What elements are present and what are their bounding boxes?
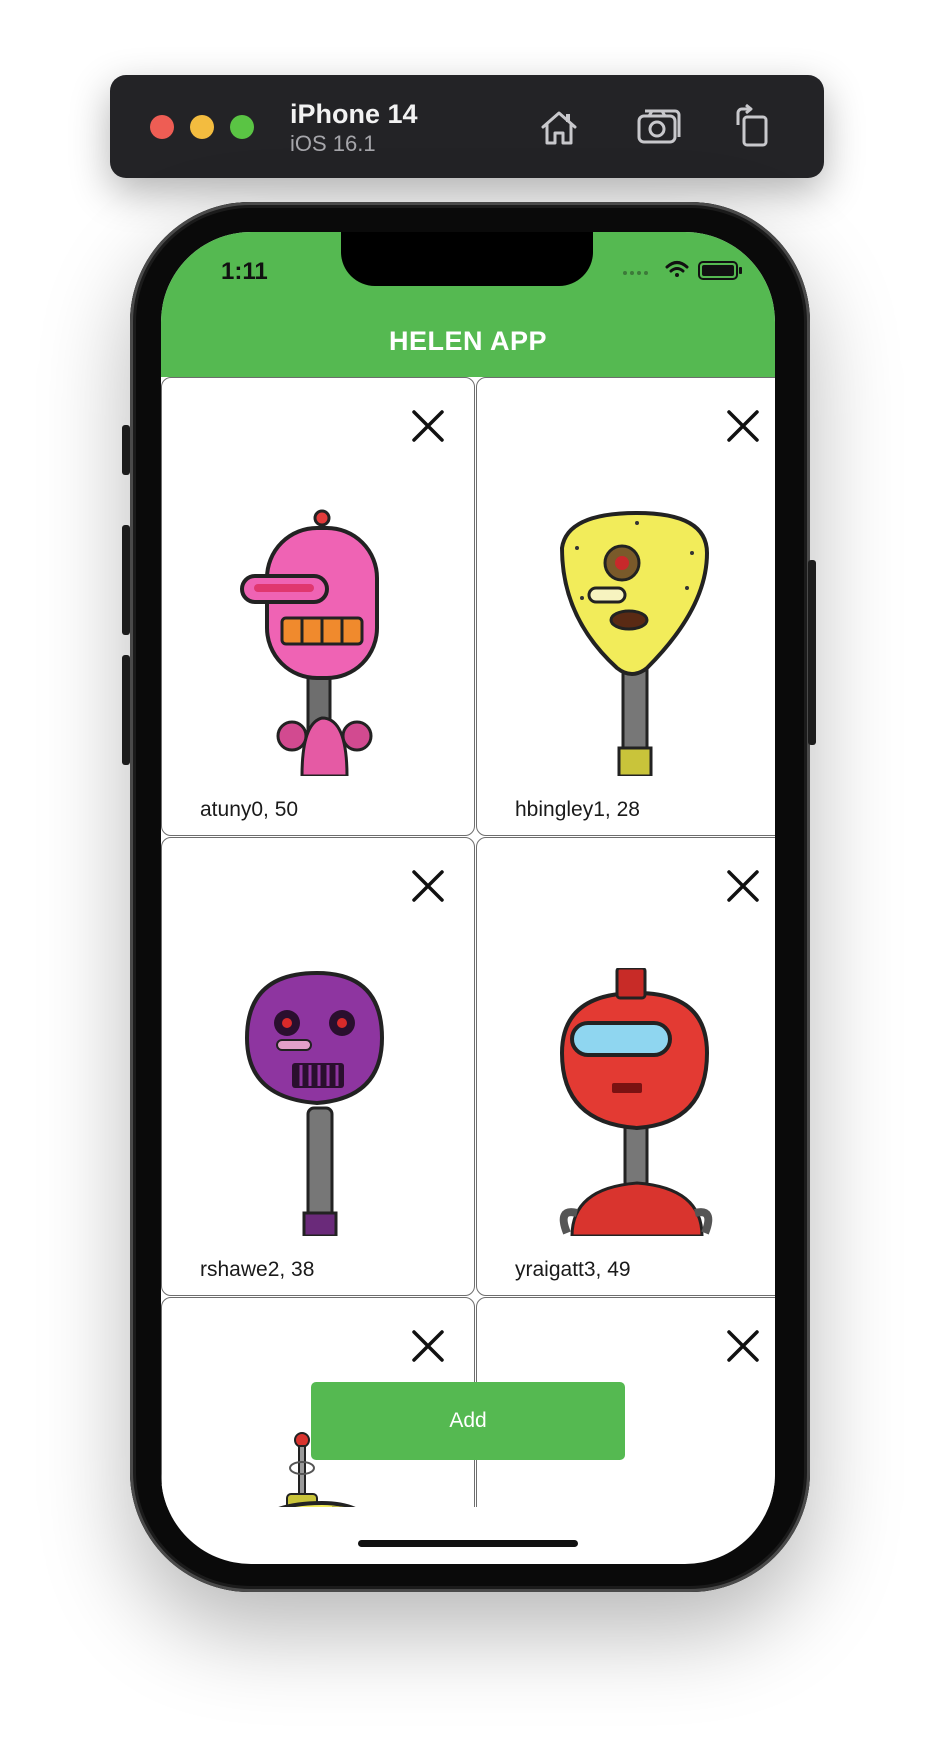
- red-robot-avatar: [559, 968, 713, 1236]
- user-label: rshawe2, 38: [200, 1258, 315, 1281]
- user-card[interactable]: yraigatt3, 49: [476, 837, 775, 1296]
- minimize-window-button[interactable]: [190, 115, 214, 139]
- purple-robot-avatar: [244, 970, 385, 1236]
- pink-robot-avatar: [240, 509, 379, 776]
- user-label: hbingley1, 28: [515, 798, 640, 821]
- close-window-button[interactable]: [150, 115, 174, 139]
- device-name: iPhone 14: [290, 99, 418, 129]
- close-icon[interactable]: [725, 868, 761, 904]
- mute-switch: [122, 425, 130, 475]
- user-card[interactable]: hbingley1, 28: [476, 377, 775, 836]
- power-button: [808, 560, 816, 745]
- volume-down-button: [122, 655, 130, 765]
- app-title: HELEN APP: [388, 326, 548, 356]
- close-icon[interactable]: [410, 1328, 446, 1364]
- signal-icon: [623, 271, 648, 275]
- home-icon[interactable]: [535, 103, 583, 151]
- simulator-toolbar: iPhone 14 iOS 16.1: [110, 75, 824, 178]
- user-label: atuny0, 50: [200, 798, 299, 821]
- close-icon[interactable]: [410, 868, 446, 904]
- rotate-icon[interactable]: [730, 103, 778, 151]
- volume-up-button: [122, 525, 130, 635]
- yellow-robot-avatar: [559, 510, 710, 776]
- os-version: iOS 16.1: [290, 131, 376, 156]
- phone-screen: 1:11 HELEN APP atuny0, 50 hbingley1, 28 …: [161, 232, 775, 1564]
- battery-icon: [698, 261, 742, 280]
- user-card[interactable]: atuny0, 50: [161, 377, 475, 836]
- camera-icon[interactable]: [635, 103, 683, 151]
- zoom-window-button[interactable]: [230, 115, 254, 139]
- notch: [341, 232, 593, 286]
- wifi-icon: [665, 261, 689, 277]
- close-icon[interactable]: [725, 1328, 761, 1364]
- home-indicator: [358, 1540, 578, 1547]
- status-icons: [623, 261, 742, 280]
- close-icon[interactable]: [725, 408, 761, 444]
- status-time: 1:11: [221, 258, 268, 285]
- user-label: yraigatt3, 49: [515, 1258, 631, 1281]
- user-grid: atuny0, 50 hbingley1, 28 rshawe2, 38 yra…: [161, 377, 775, 1507]
- add-button[interactable]: Add: [311, 1382, 625, 1460]
- close-icon[interactable]: [410, 408, 446, 444]
- user-card[interactable]: rshawe2, 38: [161, 837, 475, 1296]
